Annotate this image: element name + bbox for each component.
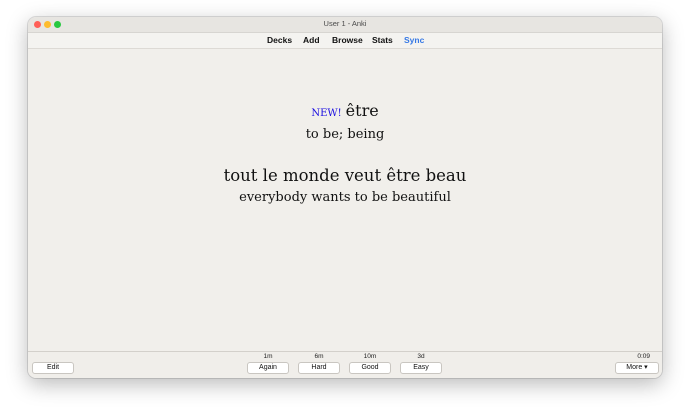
anki-window: User 1 - Anki Decks Add Browse Stats Syn… [28,17,662,378]
answer-bar: Edit 1m Again 6m Hard 10m Good 3d Easy 0… [28,351,662,378]
top-toolbar: Decks Add Browse Stats Sync [28,33,662,49]
toolbar-sync[interactable]: Sync [404,35,424,45]
hard-interval: 6m [314,353,324,360]
card-front: NEW! être [28,101,662,120]
good-button[interactable]: Good [349,362,391,374]
card-meaning: to be; being [305,127,385,142]
good-interval: 10m [363,353,377,360]
toolbar-decks[interactable]: Decks [267,35,292,45]
again-interval: 1m [263,353,273,360]
easy-interval: 3d [417,353,425,360]
toolbar-browse[interactable]: Browse [332,35,363,45]
more-button[interactable]: More ▾ [615,362,659,374]
toolbar-add[interactable]: Add [303,35,320,45]
card-sentence: tout le monde veut être beau [223,166,467,185]
window-title: User 1 - Anki [323,19,367,28]
toolbar-stats[interactable]: Stats [372,35,393,45]
card-translation: everybody wants to be beautiful [239,190,451,205]
easy-button[interactable]: Easy [400,362,442,374]
hard-button[interactable]: Hard [298,362,340,374]
again-button[interactable]: Again [247,362,289,374]
title-bar: User 1 - Anki [28,17,662,33]
review-timer: 0:09 [637,353,650,360]
new-badge: NEW! [311,108,342,119]
card-word: être [345,101,379,120]
card-area: NEW! être to be; being tout le monde veut… [28,49,662,351]
edit-button[interactable]: Edit [32,362,74,374]
